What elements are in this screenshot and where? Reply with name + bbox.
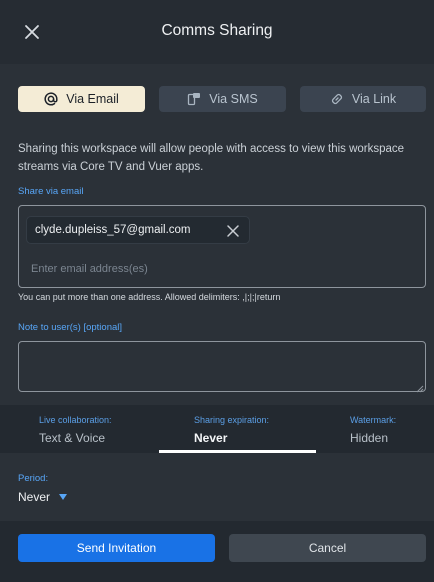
share-method-tabs: Via Email Via SMS Via Link bbox=[18, 86, 426, 112]
tab-via-email[interactable]: Via Email bbox=[18, 86, 145, 112]
email-chip-text: clyde.dupleiss_57@gmail.com bbox=[35, 224, 191, 236]
setting-value: Text & Voice bbox=[39, 431, 106, 445]
at-icon bbox=[44, 92, 58, 106]
tab-via-link[interactable]: Via Link bbox=[300, 86, 426, 112]
footer-bar: Send Invitation Cancel bbox=[0, 521, 434, 582]
tab-via-sms[interactable]: Via SMS bbox=[159, 86, 286, 112]
caret-down-icon bbox=[58, 490, 68, 504]
setting-key: Live collaboration: bbox=[39, 415, 112, 425]
active-setting-indicator bbox=[159, 450, 316, 453]
remove-email-icon[interactable] bbox=[225, 223, 241, 239]
cancel-button[interactable]: Cancel bbox=[229, 534, 426, 562]
resize-handle-icon[interactable] bbox=[414, 380, 424, 393]
setting-value: Never bbox=[194, 431, 228, 445]
setting-key: Watermark: bbox=[350, 415, 397, 425]
period-value: Never bbox=[18, 490, 51, 504]
header-bar: Comms Sharing bbox=[0, 0, 434, 64]
watermark-setting[interactable]: Watermark: Hidden bbox=[316, 405, 434, 453]
tab-label: Via SMS bbox=[209, 92, 258, 106]
email-delimiter-hint: You can put more than one address. Allow… bbox=[18, 292, 281, 302]
period-label: Period: bbox=[18, 473, 49, 484]
sharing-description: Sharing this workspace will allow people… bbox=[18, 143, 405, 173]
note-label: Note to user(s) [optional] bbox=[18, 322, 123, 333]
note-field[interactable] bbox=[18, 341, 426, 392]
send-invitation-button[interactable]: Send Invitation bbox=[18, 534, 215, 562]
link-icon bbox=[330, 92, 344, 106]
setting-key: Sharing expiration: bbox=[194, 415, 270, 425]
period-select[interactable]: Never bbox=[18, 490, 68, 504]
setting-value: Hidden bbox=[350, 431, 389, 445]
live-collaboration-setting[interactable]: Live collaboration: Text & Voice bbox=[0, 405, 159, 453]
email-chip: clyde.dupleiss_57@gmail.com bbox=[26, 216, 250, 244]
tab-label: Via Email bbox=[66, 92, 119, 106]
email-field[interactable]: clyde.dupleiss_57@gmail.com bbox=[18, 205, 426, 288]
email-input[interactable] bbox=[31, 260, 411, 278]
sms-icon bbox=[187, 92, 201, 106]
dialog-title: Comms Sharing bbox=[161, 22, 273, 39]
sharing-settings-bar: Live collaboration: Text & Voice Sharing… bbox=[0, 405, 434, 453]
sharing-expiration-setting[interactable]: Sharing expiration: Never bbox=[159, 405, 316, 453]
share-via-email-label: Share via email bbox=[18, 186, 84, 197]
tab-label: Via Link bbox=[351, 92, 397, 106]
